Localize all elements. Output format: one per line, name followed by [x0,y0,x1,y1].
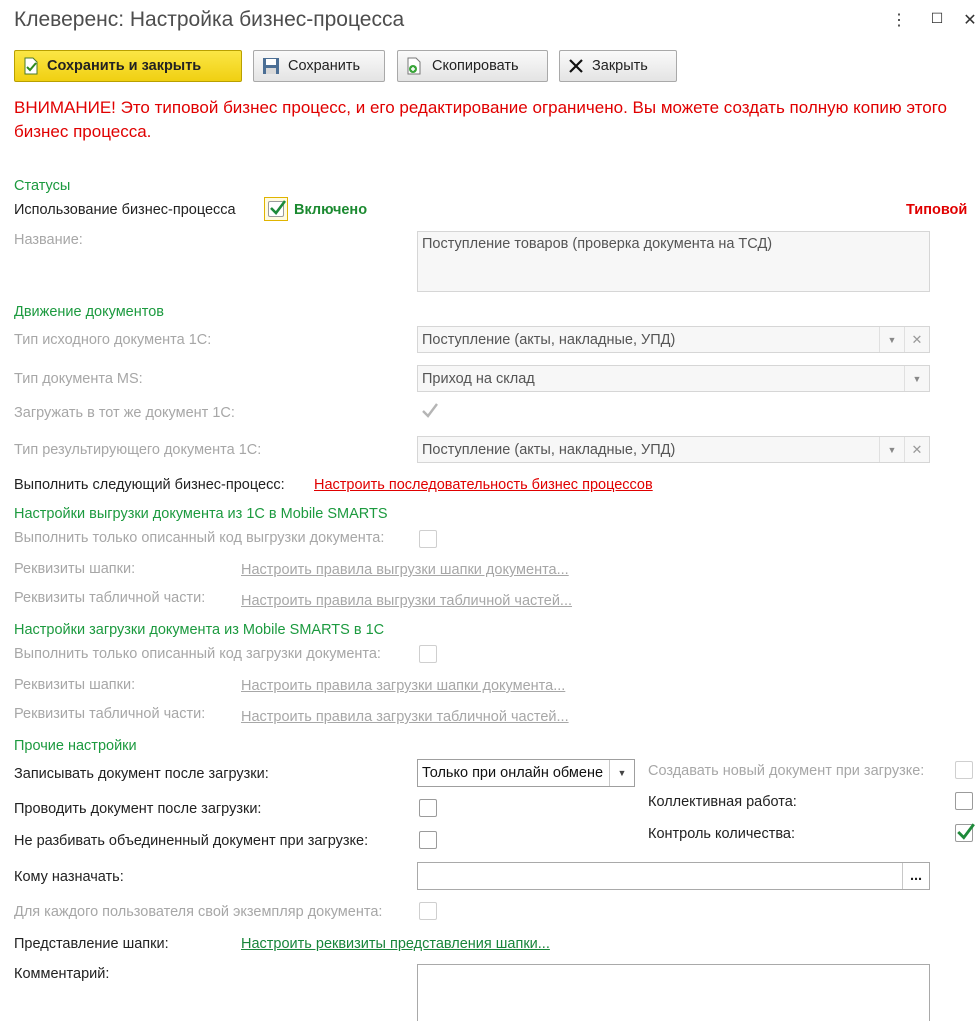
export-table-label: Реквизиты табличной части: [14,590,206,606]
write-label: Записывать документ после загрузки: [14,766,269,782]
dropdown-arrow-icon: ▼ [879,437,904,462]
source-type-field: Поступление (акты, накладные, УПД) ▼ ✕ [417,326,930,353]
save-and-close-button[interactable]: Сохранить и закрыть [14,50,242,82]
close-label: Закрыть [592,58,648,74]
copy-button[interactable]: Скопировать [397,50,548,82]
section-movement: Движение документов [14,304,164,320]
floppy-icon [263,58,279,74]
typical-badge: Типовой [906,202,968,218]
name-label: Название: [14,232,83,248]
comment-label: Комментарий: [14,966,110,982]
dropdown-arrow-icon[interactable]: ▼ [609,760,634,786]
export-only-code-label: Выполнить только описанный код выгрузки … [14,530,385,546]
copy-icon [407,57,421,75]
enabled-label: Включено [294,202,368,218]
usage-checkbox-focus[interactable] [264,197,288,221]
result-type-value: Поступление (акты, накладные, УПД) [422,441,676,458]
checkmark-icon [422,403,438,418]
checkmark-icon [957,823,975,840]
usage-checkbox[interactable] [268,200,287,217]
maximize-icon[interactable]: ☐ [927,10,947,27]
save-button[interactable]: Сохранить [253,50,385,82]
per-user-checkbox [419,902,437,920]
export-header-label: Реквизиты шапки: [14,561,136,577]
post-label: Проводить документ после загрузки: [14,801,262,817]
usage-label: Использование бизнес-процесса [14,202,236,218]
save-close-icon [24,57,38,75]
name-field: Поступление товаров (проверка документа … [417,231,930,292]
name-value: Поступление товаров (проверка документа … [422,236,773,252]
result-type-label: Тип результирующего документа 1С: [14,442,262,458]
save-label: Сохранить [288,58,361,74]
ms-type-label: Тип документа MS: [14,371,143,387]
no-split-label: Не разбивать объединенный документ при з… [14,833,369,849]
per-user-label: Для каждого пользователя свой экземпляр … [14,904,383,920]
import-only-code-label: Выполнить только описанный код загрузки … [14,646,381,662]
clear-icon: ✕ [904,327,929,352]
write-select[interactable]: Только при онлайн обмене ▼ [417,759,635,787]
export-table-link[interactable]: Настроить правила выгрузки табличной час… [241,593,572,609]
assign-label: Кому назначать: [14,869,124,885]
warning-message: ВНИМАНИЕ! Это типовой бизнес процесс, и … [14,98,947,141]
same-doc-checkbox [420,403,438,420]
qty-control-label: Контроль количества: [648,826,795,842]
dropdown-arrow-icon: ▼ [904,366,929,391]
post-checkbox[interactable] [419,799,437,817]
window-title: Клеверенс: Настройка бизнес-процесса [14,8,405,31]
clear-icon: ✕ [904,437,929,462]
no-split-checkbox[interactable] [419,831,437,849]
create-new-checkbox [955,761,973,779]
same-doc-label: Загружать в тот же документ 1С: [14,405,235,421]
import-header-link[interactable]: Настроить правила загрузки шапки докумен… [241,678,565,694]
header-view-label: Представление шапки: [14,936,169,952]
import-table-link[interactable]: Настроить правила загрузки табличной час… [241,709,569,725]
copy-label: Скопировать [432,58,519,74]
assign-select-button[interactable]: ... [902,863,929,889]
section-export: Настройки выгрузки документа из 1С в Mob… [14,506,388,522]
assign-field[interactable]: ... [417,862,930,890]
section-other: Прочие настройки [14,738,137,754]
ms-type-value: Приход на склад [422,370,535,387]
source-type-label: Тип исходного документа 1С: [14,332,212,348]
dropdown-arrow-icon: ▼ [879,327,904,352]
source-type-value: Поступление (акты, накладные, УПД) [422,331,676,348]
close-window-icon[interactable]: ✕ [960,10,976,30]
next-process-link[interactable]: Настроить последовательность бизнес проц… [314,477,653,493]
import-table-label: Реквизиты табличной части: [14,706,206,722]
export-header-link[interactable]: Настроить правила выгрузки шапки докумен… [241,562,569,578]
section-statuses: Статусы [14,178,71,194]
save-and-close-label: Сохранить и закрыть [47,58,202,74]
import-header-label: Реквизиты шапки: [14,677,136,693]
more-icon[interactable]: ⋮ [889,10,909,30]
close-button[interactable]: Закрыть [559,50,677,82]
qty-control-checkbox[interactable] [955,823,975,842]
collective-label: Коллективная работа: [648,794,797,810]
header-view-link[interactable]: Настроить реквизиты представления шапки.… [241,936,550,952]
write-value: Только при онлайн обмене [422,765,604,781]
comment-field[interactable] [417,964,930,1021]
next-process-label: Выполнить следующий бизнес-процесс: [14,477,285,493]
close-icon [569,59,583,73]
result-type-field: Поступление (акты, накладные, УПД) ▼ ✕ [417,436,930,463]
section-import: Настройки загрузки документа из Mobile S… [14,622,385,638]
import-only-code-checkbox [419,645,437,663]
export-only-code-checkbox [419,530,437,548]
create-new-label: Создавать новый документ при загрузке: [648,763,925,779]
collective-checkbox[interactable] [955,792,973,810]
checkmark-icon [270,200,287,215]
ms-type-field: Приход на склад ▼ [417,365,930,392]
